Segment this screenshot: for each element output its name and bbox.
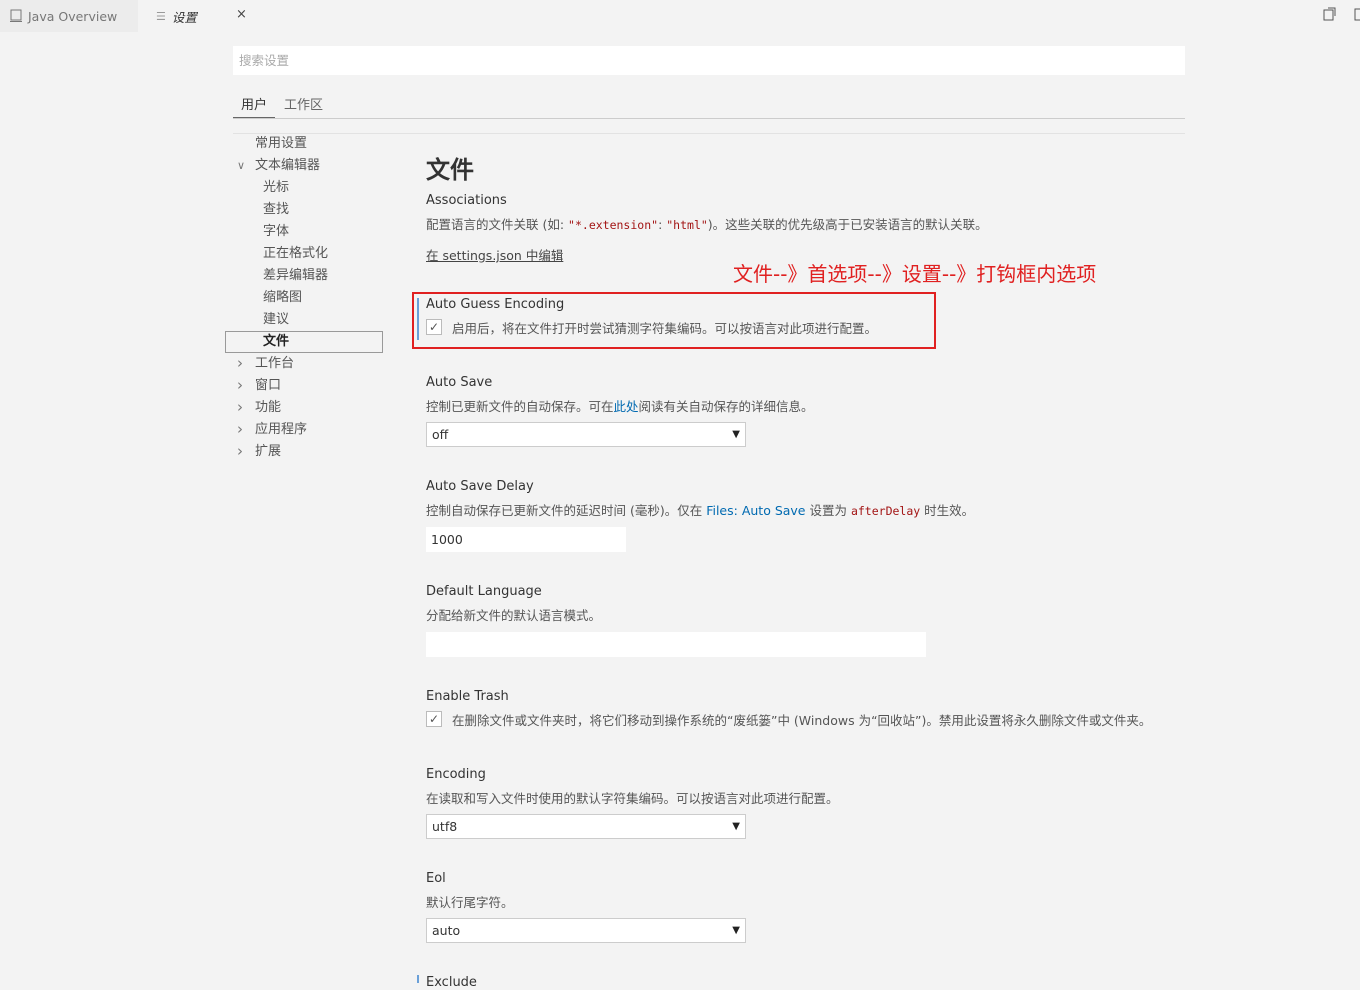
open-settings-json-icon[interactable] <box>1322 7 1337 22</box>
enable-trash-checkbox[interactable]: ✓ <box>426 711 442 727</box>
dropdown-arrow-icon: ▼ <box>732 821 740 832</box>
encoding-value: utf8 <box>432 819 458 834</box>
chevron-right-icon[interactable]: › <box>237 355 249 372</box>
toc-item-diff-editor[interactable]: 差异编辑器 <box>263 265 328 287</box>
check-icon: ✓ <box>428 712 440 726</box>
tab-workspace[interactable]: 工作区 <box>284 94 323 113</box>
desc-text: 时生效。 <box>920 503 975 518</box>
default-language-input[interactable] <box>426 632 926 657</box>
setting-desc-encoding: 在读取和写入文件时使用的默认字符集编码。可以按语言对此项进行配置。 <box>426 791 839 806</box>
header-divider <box>233 133 1185 134</box>
auto-save-value: off <box>432 427 449 442</box>
eol-value: auto <box>432 923 461 938</box>
tab-user[interactable]: 用户 <box>241 94 267 113</box>
toc-item-features[interactable]: 功能 <box>255 397 281 419</box>
scope-tabs-divider <box>233 118 1185 119</box>
desc-text: )。这些关联的优先级高于已安装语言的默认关联。 <box>707 217 988 232</box>
setting-desc-eol: 默认行尾字符。 <box>426 895 514 910</box>
toc-item-cursor[interactable]: 光标 <box>263 177 289 199</box>
chevron-right-icon[interactable]: › <box>237 421 249 438</box>
auto-save-delay-input[interactable]: 1000 <box>426 527 626 552</box>
setting-desc-default-language: 分配给新文件的默认语言模式。 <box>426 608 602 623</box>
setting-title-enable-trash: Enable Trash <box>426 689 509 704</box>
desc-text: 设置为 <box>805 503 851 518</box>
setting-title-auto-save: Auto Save <box>426 375 493 390</box>
editor-tab-bar: Java Overview ☰ 设置 × <box>0 0 1360 32</box>
dropdown-arrow-icon: ▼ <box>732 429 740 440</box>
setting-title-associations: Associations <box>426 193 507 208</box>
setting-title-auto-guess-encoding: Auto Guess Encoding <box>426 297 565 312</box>
focused-setting-indicator <box>417 298 419 340</box>
auto-save-select[interactable]: off ▼ <box>426 422 746 447</box>
toc-item-minimap[interactable]: 缩略图 <box>263 287 302 309</box>
tab-settings-label: 设置 <box>171 9 197 25</box>
edit-in-settings-json-link[interactable]: 在 settings.json 中编辑 <box>426 245 563 264</box>
toc-item-font[interactable]: 字体 <box>263 221 289 243</box>
toc-item-workbench[interactable]: 工作台 <box>255 353 294 375</box>
toc-item-extensions[interactable]: 扩展 <box>255 441 281 463</box>
code-snippet: afterDelay <box>850 504 921 518</box>
toc-item-files: 文件 <box>263 334 290 349</box>
encoding-select[interactable]: utf8 ▼ <box>426 814 746 839</box>
code-snippet: "html" <box>666 218 708 232</box>
desc-text: 配置语言的文件关联 (如: <box>426 217 569 232</box>
section-title: 文件 <box>426 156 474 184</box>
tab-java-overview[interactable]: Java Overview <box>0 0 138 32</box>
auto-guess-encoding-label: 启用后，将在文件打开时尝试猜测字符集编码。可以按语言对此项进行配置。 <box>452 321 878 336</box>
toc-item-formatting[interactable]: 正在格式化 <box>263 243 328 265</box>
annotation-text: 文件--》首选项--》设置--》打钩框内选项 <box>733 262 1097 286</box>
chevron-right-icon[interactable]: › <box>237 399 249 416</box>
auto-save-help-link[interactable]: 此处 <box>614 399 639 414</box>
toc-item-find[interactable]: 查找 <box>263 199 289 221</box>
setting-desc-associations: 配置语言的文件关联 (如: "*.extension": "html")。这些关… <box>426 214 988 233</box>
auto-guess-encoding-checkbox[interactable]: ✓ <box>426 319 442 335</box>
code-snippet: "*.extension" <box>568 218 659 232</box>
setting-desc-auto-save: 控制已更新文件的自动保存。可在此处阅读有关自动保存的详细信息。 <box>426 396 814 415</box>
toc-item-text-editor[interactable]: 文本编辑器 <box>255 155 320 177</box>
tab-java-overview-label: Java Overview <box>28 8 118 24</box>
toc-item-suggestions[interactable]: 建议 <box>263 309 289 331</box>
setting-title-auto-save-delay: Auto Save Delay <box>426 479 534 494</box>
chevron-right-icon[interactable]: › <box>237 443 249 460</box>
toc-item-common[interactable]: 常用设置 <box>255 133 307 155</box>
toc-item-files-selected[interactable]: 文件 <box>225 331 383 353</box>
chevron-right-icon[interactable]: › <box>237 377 249 394</box>
files-auto-save-link[interactable]: Files: Auto Save <box>706 503 805 518</box>
book-icon <box>10 9 22 22</box>
desc-text: 控制已更新文件的自动保存。可在 <box>426 399 614 414</box>
toc-item-application[interactable]: 应用程序 <box>255 419 307 441</box>
desc-text: 阅读有关自动保存的详细信息。 <box>638 399 814 414</box>
setting-title-default-language: Default Language <box>426 584 542 599</box>
chevron-down-icon[interactable]: ∨ <box>237 159 249 172</box>
setting-title-encoding: Encoding <box>426 767 486 782</box>
setting-indicator <box>417 975 419 983</box>
setting-desc-auto-save-delay: 控制自动保存已更新文件的延迟时间 (毫秒)。仅在 Files: Auto Sav… <box>426 500 974 519</box>
split-editor-icon[interactable] <box>1354 7 1360 22</box>
eol-select[interactable]: auto ▼ <box>426 918 746 943</box>
close-icon[interactable]: × <box>236 7 247 22</box>
search-settings-input[interactable] <box>233 46 1185 75</box>
setting-title-eol: Eol <box>426 871 446 886</box>
toc-item-window[interactable]: 窗口 <box>255 375 281 397</box>
dropdown-arrow-icon: ▼ <box>732 925 740 936</box>
check-icon: ✓ <box>428 320 440 334</box>
enable-trash-label: 在删除文件或文件夹时，将它们移动到操作系统的“废纸篓”中 (Windows 为“… <box>452 713 1152 728</box>
settings-list-icon: ☰ <box>156 9 166 23</box>
desc-text: 控制自动保存已更新文件的延迟时间 (毫秒)。仅在 <box>426 503 707 518</box>
